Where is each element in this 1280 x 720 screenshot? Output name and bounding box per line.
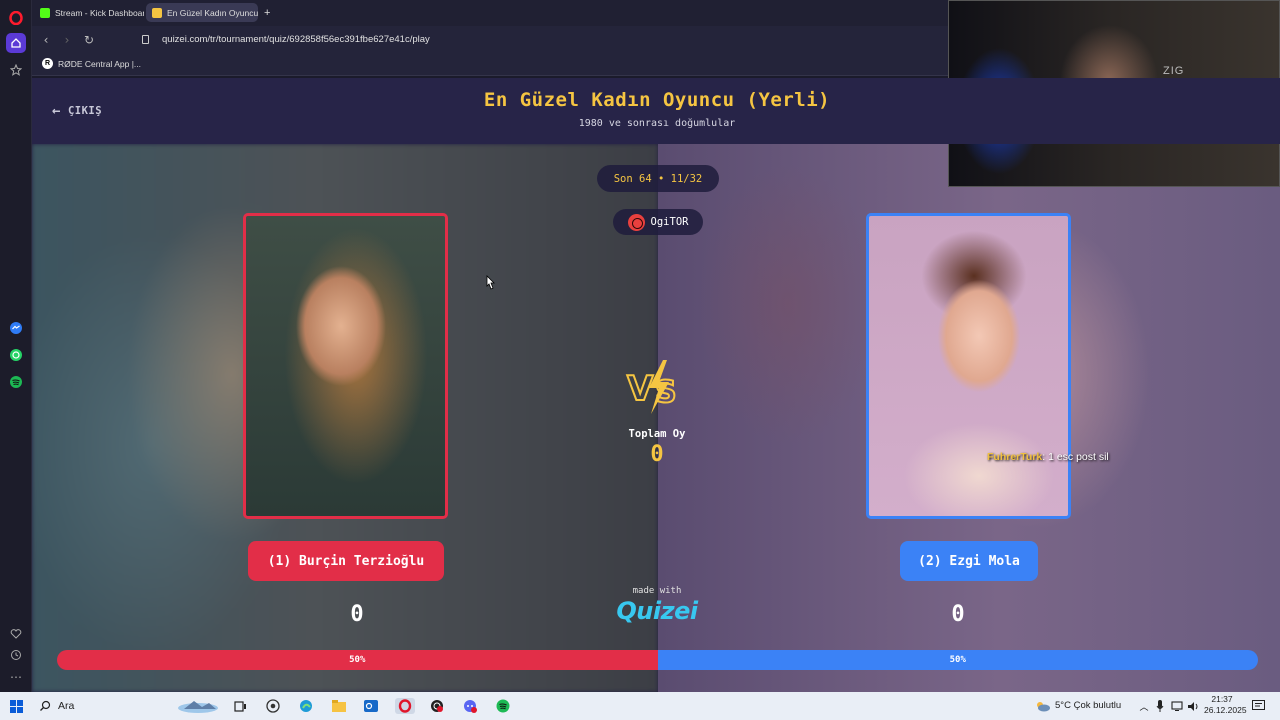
user-badge: OgiTOR: [613, 209, 703, 235]
forward-icon[interactable]: ›: [59, 32, 75, 48]
opera-logo-icon[interactable]: [6, 8, 26, 28]
edge-icon[interactable]: [298, 698, 314, 714]
rode-icon: R: [42, 58, 53, 69]
weather-label[interactable]: 5°C Çok bulutlu: [1055, 700, 1121, 711]
back-icon[interactable]: ‹: [38, 32, 54, 48]
chat-overlay: FuhrerTurk: 1 esc post sil: [987, 451, 1109, 463]
network-icon[interactable]: [1170, 698, 1184, 714]
vote-button-2[interactable]: (2) Ezgi Mola: [900, 541, 1038, 581]
clock[interactable]: 21:37 26.12.2025: [1204, 694, 1247, 716]
chat-username: FuhrerTurk: [987, 451, 1043, 463]
reload-icon[interactable]: ↻: [81, 32, 97, 48]
taskbar: Ara 5°C Çok bulutlu ︿ 21:37 26.12.2025: [0, 692, 1280, 720]
new-tab-button[interactable]: +: [260, 3, 278, 22]
microphone-icon[interactable]: [1154, 698, 1166, 714]
opera-taskbar-icon[interactable]: [395, 698, 415, 714]
messenger-icon[interactable]: [6, 318, 26, 338]
bookmark-label: RØDE Central App |...: [58, 58, 141, 69]
tab-quizei[interactable]: En Güzel Kadın Oyuncu (Y: [146, 3, 258, 22]
notifications-icon[interactable]: [1250, 698, 1266, 714]
vote-bar-right: 50%: [657, 650, 1258, 670]
username: OgiTOR: [650, 216, 689, 228]
chat-message: : 1 esc post sil: [1042, 451, 1109, 463]
obs-icon[interactable]: [429, 698, 445, 714]
kick-icon: [40, 7, 50, 18]
url-field[interactable]: quizei.com/tr/tournament/quiz/692858f56e…: [162, 34, 430, 45]
star-icon[interactable]: [6, 60, 26, 80]
home-icon[interactable]: [6, 33, 26, 53]
webcam-wall-text: ZIG: [1163, 65, 1185, 77]
made-with-label: made with: [632, 586, 682, 596]
heart-icon[interactable]: [6, 624, 26, 644]
quizei-favicon: [152, 7, 162, 18]
svg-text:V: V: [627, 369, 654, 409]
search-highlight-icon[interactable]: [175, 698, 221, 714]
discord-icon[interactable]: [462, 698, 478, 714]
page-subtitle: 1980 ve sonrası doğumlular: [578, 118, 736, 129]
page-title: En Güzel Kadın Oyuncu (Yerli): [483, 89, 831, 111]
file-explorer-icon[interactable]: [331, 698, 347, 714]
total-votes-value: 0: [650, 442, 664, 467]
contestant-1-photo[interactable]: [243, 213, 448, 519]
volume-icon[interactable]: [1186, 698, 1200, 714]
tab-label: Stream - Kick Dashboard: [55, 7, 144, 18]
bookmark-rode[interactable]: R RØDE Central App |...: [42, 58, 141, 69]
task-view-icon[interactable]: [232, 698, 248, 714]
quizei-logo[interactable]: Quizei: [607, 597, 707, 625]
contestant-2-votes: 0: [951, 602, 965, 627]
history-icon[interactable]: [6, 645, 26, 665]
outlook-icon[interactable]: [363, 698, 379, 714]
clock-date: 26.12.2025: [1204, 705, 1247, 715]
contestant-2-photo[interactable]: [866, 213, 1071, 519]
quiz-header: ← ÇIKIŞ En Güzel Kadın Oyuncu (Yerli) 19…: [32, 78, 1280, 144]
tab-kick-dashboard[interactable]: Stream - Kick Dashboard: [34, 3, 144, 22]
spotify-taskbar-icon[interactable]: [495, 698, 511, 714]
lock-icon: [142, 35, 149, 44]
round-badge: Son 64 • 11/32: [597, 165, 719, 192]
search-icon[interactable]: [38, 698, 52, 714]
total-votes-label: Toplam Oy: [628, 428, 686, 440]
vote-button-1[interactable]: (1) Burçin Terzioğlu: [248, 541, 444, 581]
vote-bar-left: 50%: [57, 650, 658, 670]
windows-start-icon[interactable]: [8, 698, 24, 714]
clock-time: 21:37: [1211, 694, 1233, 704]
mouse-cursor: [484, 275, 496, 291]
whatsapp-icon[interactable]: [6, 345, 26, 365]
chrome-globe-icon[interactable]: [265, 698, 281, 714]
browser-sidebar: ⋯: [0, 0, 32, 692]
contestant-1-votes: 0: [350, 602, 364, 627]
steering-wheel-icon: [627, 213, 645, 231]
taskbar-search-label[interactable]: Ara: [58, 700, 74, 712]
spotify-icon[interactable]: [6, 372, 26, 392]
vs-icon: V S: [625, 358, 689, 418]
more-icon[interactable]: ⋯: [6, 667, 26, 687]
vote-progress-bar: 50% 50%: [57, 650, 1258, 670]
chevron-up-icon[interactable]: ︿: [1138, 698, 1150, 714]
tab-label: En Güzel Kadın Oyuncu (Y: [167, 7, 258, 18]
weather-cloud-icon[interactable]: [1035, 698, 1051, 714]
